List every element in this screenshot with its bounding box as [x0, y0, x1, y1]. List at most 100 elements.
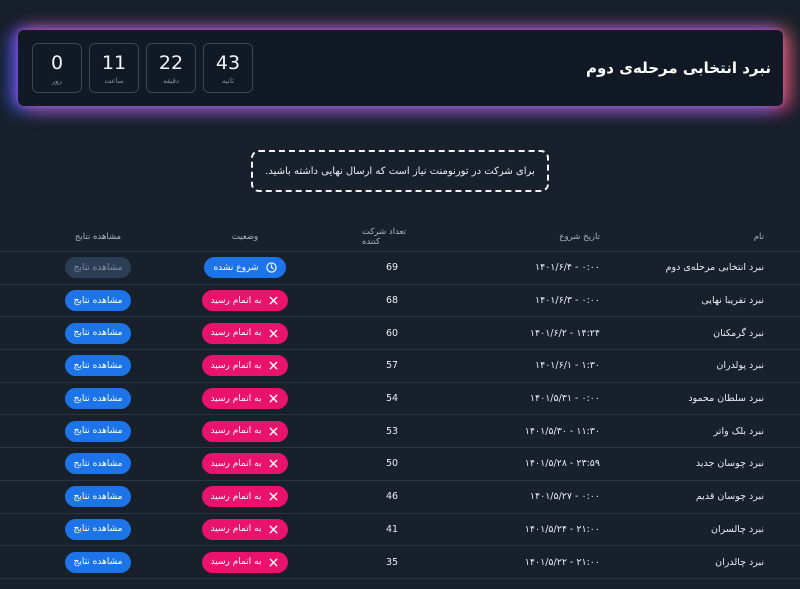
row-results-cell: مشاهده نتایج [48, 350, 148, 382]
row-name: نبرد سلطان محمود [688, 393, 764, 405]
countdown-minutes: 22 دقیقه [146, 43, 196, 93]
tournament-title: نبرد انتخابی مرحله‌ی دوم [585, 59, 771, 77]
countdown-seconds-label: ثانیه [222, 76, 234, 85]
row-participants: 54 [385, 393, 399, 405]
row-name: نبرد چالدران [715, 556, 764, 568]
table-row: نبرد گرمکنان ۱۴۰۱/۶/۲ - ۱۴:۲۴ 60 به اتمام ر… [0, 317, 800, 351]
status-badge: به اتمام رسید [201, 388, 289, 410]
status-badge: شروع نشده [204, 257, 286, 279]
row-results-cell: مشاهده نتایج [48, 448, 148, 480]
table-body: نبرد انتخابی مرحله‌ی دوم ۱۴۰۱/۶/۴ - ۰:۰۰ 6… [0, 252, 800, 579]
row-name: نبرد چالسران [711, 523, 764, 535]
tournaments-table: نام تاریخ شروع تعداد شرکت کننده وضعیت مش… [0, 222, 800, 579]
table-row: نبرد چالسران ۱۴۰۱/۵/۲۴ - ۲۱:۰۰ 41 به اتمام … [0, 514, 800, 547]
tournament-hero-card: 0 روز 11 ساعت 22 دقیقه 43 ثانیه نبرد انت… [18, 30, 783, 106]
view-results-button[interactable]: مشاهده نتایج [64, 388, 132, 410]
view-results-button[interactable]: مشاهده نتایج [64, 420, 132, 442]
view-results-button[interactable]: مشاهده نتایج [64, 453, 132, 475]
row-status-cell: به اتمام رسید [190, 415, 300, 447]
row-name: نبرد گرمکنان [713, 327, 764, 339]
view-results-button[interactable]: مشاهده نتایج [64, 290, 132, 312]
status-badge: به اتمام رسید [201, 420, 289, 442]
countdown-minutes-value: 22 [158, 51, 184, 74]
row-name: نبرد پولدران [716, 360, 764, 372]
countdown-hours-label: ساعت [104, 76, 124, 85]
close-x-icon [270, 492, 278, 501]
row-start-date: ۱۴۰۱/۶/۲ - ۱۴:۲۴ [529, 327, 600, 339]
row-participants: 69 [385, 262, 399, 274]
view-results-button[interactable]: مشاهده نتایج [64, 322, 132, 344]
row-results-cell: مشاهده نتایج [48, 285, 148, 317]
row-name: نبرد انتخابی مرحله‌ی دوم [665, 262, 764, 274]
countdown-seconds-value: 43 [215, 51, 241, 74]
status-badge: به اتمام رسید [201, 290, 289, 312]
row-participants: 57 [385, 360, 399, 372]
view-results-button[interactable]: مشاهده نتایج [64, 551, 132, 573]
countdown-timer: 0 روز 11 ساعت 22 دقیقه 43 ثانیه [32, 43, 253, 93]
table-header-row: نام تاریخ شروع تعداد شرکت کننده وضعیت مش… [0, 222, 800, 252]
row-participants: 60 [385, 327, 399, 339]
close-x-icon [270, 427, 278, 436]
row-status-cell: به اتمام رسید [190, 448, 300, 480]
row-start-date: ۱۴۰۱/۵/۲۴ - ۲۱:۰۰ [524, 523, 600, 535]
countdown-days-value: 0 [50, 51, 64, 74]
countdown-hours-value: 11 [101, 51, 127, 74]
row-results-cell: مشاهده نتایج [48, 383, 148, 415]
row-results-cell: مشاهده نتایج [48, 252, 148, 284]
row-start-date: ۱۴۰۱/۶/۳ - ۰:۰۰ [535, 295, 600, 307]
status-label: به اتمام رسید [210, 557, 262, 568]
status-label: به اتمام رسید [210, 458, 262, 469]
row-name: نبرد چوسان قدیم [695, 491, 764, 503]
row-name: نبرد تفریبا نهایی [701, 295, 764, 307]
table-row: نبرد چالدران ۱۴۰۱/۵/۲۲ - ۲۱:۰۰ 35 به اتمام … [0, 546, 800, 579]
status-label: به اتمام رسید [210, 295, 262, 306]
table-row: نبرد چوسان قدیم ۱۴۰۱/۵/۲۷ - ۰:۰۰ 46 به اتما… [0, 481, 800, 514]
row-status-cell: به اتمام رسید [190, 350, 300, 382]
row-results-cell: مشاهده نتایج [48, 317, 148, 349]
view-results-button[interactable]: مشاهده نتایج [64, 355, 132, 377]
status-badge: به اتمام رسید [201, 486, 289, 508]
row-start-date: ۱۴۰۱/۵/۲۸ - ۲۳:۵۹ [524, 458, 600, 470]
row-status-cell: به اتمام رسید [190, 514, 300, 546]
row-participants: 35 [385, 556, 399, 568]
status-label: شروع نشده [213, 262, 259, 273]
status-badge: به اتمام رسید [201, 355, 289, 377]
row-participants: 46 [385, 491, 399, 503]
view-results-button[interactable]: مشاهده نتایج [64, 518, 132, 540]
status-badge: به اتمام رسید [201, 518, 289, 540]
view-results-button: مشاهده نتایج [64, 257, 132, 279]
countdown-minutes-label: دقیقه [163, 76, 179, 85]
row-participants: 41 [385, 523, 399, 535]
status-badge: به اتمام رسید [201, 322, 289, 344]
close-x-icon [270, 296, 278, 305]
row-name: نبرد چوسان جدید [695, 458, 764, 470]
view-results-button[interactable]: مشاهده نتایج [64, 486, 132, 508]
table-row: نبرد بلک واتر ۱۴۰۱/۵/۳۰ - ۱۱:۳۰ 53 به اتمام… [0, 415, 800, 449]
row-start-date: ۱۴۰۱/۶/۴ - ۰:۰۰ [535, 262, 600, 274]
table-row: نبرد انتخابی مرحله‌ی دوم ۱۴۰۱/۶/۴ - ۰:۰۰ 6… [0, 252, 800, 285]
status-badge: به اتمام رسید [201, 453, 289, 475]
row-results-cell: مشاهده نتایج [48, 481, 148, 513]
row-start-date: ۱۴۰۱/۶/۱ - ۱:۳۰ [535, 360, 600, 372]
status-label: به اتمام رسید [210, 360, 262, 371]
row-status-cell: به اتمام رسید [190, 317, 300, 349]
clock-icon [265, 262, 277, 274]
status-label: به اتمام رسید [210, 426, 262, 437]
header-results: مشاهده نتایج [74, 231, 122, 242]
table-row: نبرد تفریبا نهایی ۱۴۰۱/۶/۳ - ۰:۰۰ 68 به اتم… [0, 285, 800, 318]
row-status-cell: به اتمام رسید [190, 546, 300, 578]
table-row: نبرد چوسان جدید ۱۴۰۱/۵/۲۸ - ۲۳:۵۹ 50 به اتم… [0, 448, 800, 481]
header-start-date: تاریخ شروع [559, 231, 600, 242]
row-status-cell: به اتمام رسید [190, 481, 300, 513]
status-label: به اتمام رسید [210, 328, 262, 339]
table-row: نبرد پولدران ۱۴۰۱/۶/۱ - ۱:۳۰ 57 به اتمام رس… [0, 350, 800, 383]
status-label: به اتمام رسید [210, 393, 262, 404]
countdown-days: 0 روز [32, 43, 82, 93]
close-x-icon [270, 525, 278, 534]
row-results-cell: مشاهده نتایج [48, 546, 148, 578]
header-name: نام [753, 231, 764, 242]
row-participants: 50 [385, 458, 399, 470]
row-results-cell: مشاهده نتایج [48, 415, 148, 447]
status-badge: به اتمام رسید [201, 551, 289, 573]
close-x-icon [270, 394, 278, 403]
